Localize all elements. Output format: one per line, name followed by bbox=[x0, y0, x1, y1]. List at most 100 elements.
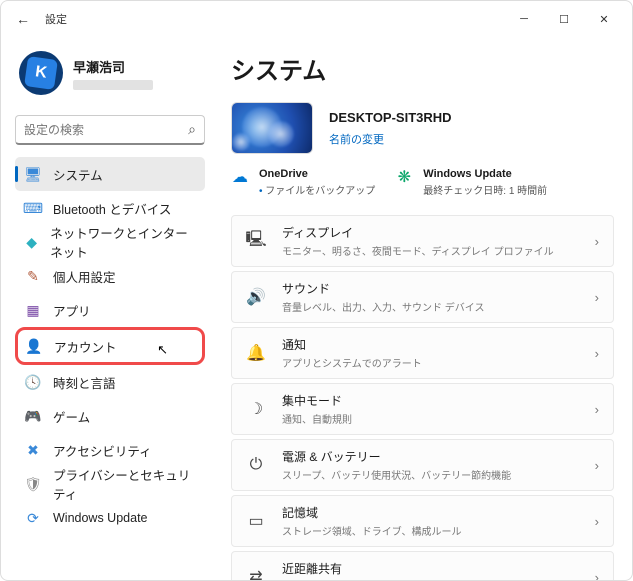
sidebar: K 早瀬浩司 ⌕ 🖥 システム ⌨ Bluetooth とデバイス ◆ ネットワークとイン… bbox=[1, 37, 211, 580]
sidebar-item-9[interactable]: 🛡 プライバシーとセキュリティ bbox=[15, 467, 205, 501]
nav-icon: ✎ bbox=[25, 268, 41, 284]
minimize-button[interactable]: ─ bbox=[504, 5, 544, 33]
status-row: ☁ OneDrive ファイルをバックアップ ❋ Windows Update 最終チェッ… bbox=[231, 168, 614, 197]
cursor-icon: ↖ bbox=[157, 342, 168, 358]
status-icon: ☁ bbox=[231, 168, 249, 186]
chevron-right-icon: › bbox=[595, 402, 599, 417]
search-input[interactable]: ⌕ bbox=[15, 115, 205, 145]
search-icon: ⌕ bbox=[188, 121, 196, 138]
sidebar-item-2[interactable]: ◆ ネットワークとインターネット bbox=[15, 225, 205, 259]
nav-icon: ⟳ bbox=[25, 510, 41, 526]
nav-label: ゲーム bbox=[53, 407, 90, 426]
card-icon: ⏻ bbox=[246, 456, 266, 474]
card-title: 電源 & バッテリー bbox=[282, 448, 579, 465]
device-wallpaper bbox=[231, 102, 313, 154]
settings-card-5[interactable]: ▭ 記憶域ストレージ領域、ドライブ、構成ルール › bbox=[231, 495, 614, 547]
card-sub: ストレージ領域、ドライブ、構成ルール bbox=[282, 523, 579, 538]
settings-cards: 🖳 ディスプレイモニター、明るさ、夜間モード、ディスプレイ プロファイル › 🔊 サウン… bbox=[231, 215, 614, 580]
settings-card-2[interactable]: 🔔 通知アプリとシステムでのアラート › bbox=[231, 327, 614, 379]
card-sub: 見つけやすさ、受信ファイルの場所 bbox=[282, 579, 579, 580]
nav-label: 時刻と言語 bbox=[53, 373, 116, 392]
sidebar-item-10[interactable]: ⟳ Windows Update bbox=[15, 501, 205, 535]
nav-label: システム bbox=[53, 165, 103, 184]
close-button[interactable]: ✕ bbox=[584, 5, 624, 33]
card-icon: ▭ bbox=[246, 511, 266, 531]
card-sub: アプリとシステムでのアラート bbox=[282, 355, 579, 370]
nav-label: ネットワークとインターネット bbox=[50, 223, 195, 261]
nav-list: 🖥 システム ⌨ Bluetooth とデバイス ◆ ネットワークとインターネット ✎ 個人用… bbox=[15, 157, 205, 535]
back-button[interactable]: ← bbox=[9, 5, 37, 33]
nav-label: 個人用設定 bbox=[53, 267, 116, 286]
device-block: DESKTOP-SIT3RHD 名前の変更 bbox=[231, 102, 614, 154]
nav-label: プライバシーとセキュリティ bbox=[53, 465, 195, 503]
card-icon: ⇄ bbox=[246, 567, 266, 580]
chevron-right-icon: › bbox=[595, 514, 599, 529]
nav-icon: 🛡 bbox=[25, 476, 41, 492]
settings-card-4[interactable]: ⏻ 電源 & バッテリースリープ、バッテリ使用状況、バッテリー節約機能 › bbox=[231, 439, 614, 491]
status-title: Windows Update bbox=[423, 168, 547, 180]
card-icon: 🔊 bbox=[246, 287, 266, 307]
sidebar-item-6[interactable]: 🕓 時刻と言語 bbox=[15, 365, 205, 399]
nav-label: Bluetooth とデバイス bbox=[53, 199, 171, 218]
search-field[interactable] bbox=[24, 123, 188, 137]
status-item-0[interactable]: ☁ OneDrive ファイルをバックアップ bbox=[231, 168, 375, 197]
card-icon: 🖳 bbox=[246, 228, 266, 255]
status-icon: ❋ bbox=[395, 168, 413, 186]
card-sub: スリープ、バッテリ使用状況、バッテリー節約機能 bbox=[282, 467, 579, 482]
sidebar-item-8[interactable]: ✖ アクセシビリティ bbox=[15, 433, 205, 467]
nav-icon: 🖥 bbox=[25, 166, 41, 182]
device-name: DESKTOP-SIT3RHD bbox=[329, 110, 452, 125]
nav-label: アプリ bbox=[53, 301, 91, 320]
titlebar: ← 設定 ─ ☐ ✕ bbox=[1, 1, 632, 37]
card-title: 近距離共有 bbox=[282, 560, 579, 577]
settings-card-0[interactable]: 🖳 ディスプレイモニター、明るさ、夜間モード、ディスプレイ プロファイル › bbox=[231, 215, 614, 267]
window-title: 設定 bbox=[45, 11, 67, 27]
status-title: OneDrive bbox=[259, 168, 375, 180]
settings-card-6[interactable]: ⇄ 近距離共有見つけやすさ、受信ファイルの場所 › bbox=[231, 551, 614, 580]
nav-label: Windows Update bbox=[53, 511, 148, 525]
nav-label: アカウント bbox=[54, 337, 117, 356]
chevron-right-icon: › bbox=[595, 234, 599, 249]
chevron-right-icon: › bbox=[595, 458, 599, 473]
nav-icon: 🎮 bbox=[25, 408, 41, 424]
user-email-placeholder bbox=[73, 80, 153, 90]
nav-icon: ✖ bbox=[25, 442, 41, 458]
card-title: 記憶域 bbox=[282, 504, 579, 521]
status-item-1[interactable]: ❋ Windows Update 最終チェック日時: 1 時間前 bbox=[395, 168, 547, 197]
nav-icon: ▦ bbox=[25, 302, 41, 318]
card-sub: 通知、自動規則 bbox=[282, 411, 579, 426]
sidebar-item-1[interactable]: ⌨ Bluetooth とデバイス bbox=[15, 191, 205, 225]
chevron-right-icon: › bbox=[595, 290, 599, 305]
nav-icon: 👤 bbox=[26, 338, 42, 354]
sidebar-item-5[interactable]: 👤 アカウント ↖ bbox=[15, 327, 205, 365]
sidebar-item-4[interactable]: ▦ アプリ bbox=[15, 293, 205, 327]
main-panel: システム DESKTOP-SIT3RHD 名前の変更 ☁ OneDrive ファイル… bbox=[211, 37, 632, 580]
status-sub: 最終チェック日時: 1 時間前 bbox=[423, 182, 547, 197]
sidebar-item-7[interactable]: 🎮 ゲーム bbox=[15, 399, 205, 433]
card-icon: ☽ bbox=[246, 399, 266, 419]
card-title: 通知 bbox=[282, 336, 579, 353]
avatar: K bbox=[19, 51, 63, 95]
status-sub: ファイルをバックアップ bbox=[259, 182, 375, 197]
card-icon: 🔔 bbox=[246, 343, 266, 363]
card-sub: モニター、明るさ、夜間モード、ディスプレイ プロファイル bbox=[282, 243, 579, 258]
settings-card-1[interactable]: 🔊 サウンド音量レベル、出力、入力、サウンド デバイス › bbox=[231, 271, 614, 323]
card-title: 集中モード bbox=[282, 392, 579, 409]
user-block[interactable]: K 早瀬浩司 bbox=[15, 47, 205, 109]
chevron-right-icon: › bbox=[595, 346, 599, 361]
settings-card-3[interactable]: ☽ 集中モード通知、自動規則 › bbox=[231, 383, 614, 435]
card-title: ディスプレイ bbox=[282, 224, 579, 241]
user-name: 早瀬浩司 bbox=[73, 57, 153, 76]
card-title: サウンド bbox=[282, 280, 579, 297]
maximize-button[interactable]: ☐ bbox=[544, 5, 584, 33]
chevron-right-icon: › bbox=[595, 570, 599, 581]
card-sub: 音量レベル、出力、入力、サウンド デバイス bbox=[282, 299, 579, 314]
nav-icon: ◆ bbox=[25, 234, 38, 250]
sidebar-item-3[interactable]: ✎ 個人用設定 bbox=[15, 259, 205, 293]
nav-icon: ⌨ bbox=[25, 200, 41, 216]
nav-label: アクセシビリティ bbox=[53, 441, 152, 460]
nav-icon: 🕓 bbox=[25, 374, 41, 390]
sidebar-item-0[interactable]: 🖥 システム bbox=[15, 157, 205, 191]
page-title: システム bbox=[231, 51, 614, 86]
rename-link[interactable]: 名前の変更 bbox=[329, 131, 452, 147]
